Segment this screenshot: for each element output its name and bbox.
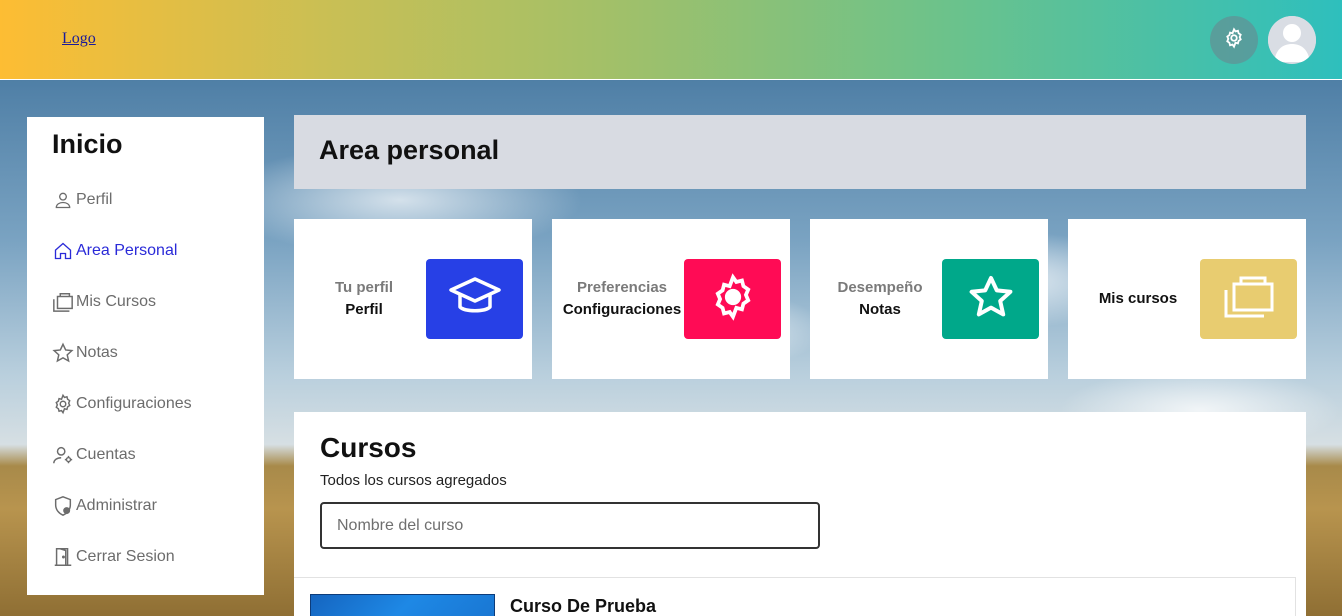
- sidebar-item-perfil[interactable]: Perfil: [52, 187, 112, 213]
- card-configuraciones[interactable]: Preferencias Configuraciones: [552, 219, 790, 379]
- course-search-input[interactable]: [320, 502, 820, 549]
- card-text: Tu perfil Perfil: [294, 219, 434, 379]
- course-name[interactable]: Curso De Prueba: [510, 596, 656, 616]
- user-avatar-button[interactable]: [1268, 16, 1316, 64]
- user-icon: [52, 189, 74, 211]
- sidebar-item-configuraciones[interactable]: Configuraciones: [52, 391, 192, 417]
- sidebar-title: Inicio: [52, 129, 123, 159]
- sidebar-item-label: Perfil: [76, 191, 113, 208]
- card-label: Configuraciones: [562, 301, 682, 318]
- card-text: Desempeño Notas: [810, 219, 950, 379]
- sidebar-item-notas[interactable]: Notas: [52, 340, 118, 366]
- door-icon: [52, 546, 74, 568]
- gear-icon: [708, 272, 758, 326]
- gear-icon: [52, 393, 74, 415]
- card-icon-box: [942, 259, 1039, 339]
- card-subtitle: Desempeño: [837, 279, 923, 296]
- user-gear-icon: [52, 444, 74, 466]
- folders-icon: [52, 291, 74, 313]
- sidebar-item-cerrar-sesion[interactable]: Cerrar Sesion: [52, 544, 175, 570]
- sidebar-item-mis-cursos[interactable]: Mis Cursos: [52, 289, 156, 315]
- sidebar-item-label: Administrar: [76, 497, 157, 514]
- courses-section: Cursos Todos los cursos agregados Curso …: [294, 412, 1306, 616]
- sidebar-item-label: Configuraciones: [76, 395, 192, 412]
- user-avatar-icon: [1268, 16, 1316, 64]
- folders-icon: [1222, 274, 1276, 324]
- card-icon-box: [426, 259, 523, 339]
- sidebar-item-label: Area Personal: [76, 242, 178, 259]
- top-header: Logo: [0, 0, 1342, 80]
- sidebar-item-label: Cerrar Sesion: [76, 548, 175, 565]
- sidebar-item-cuentas[interactable]: Cuentas: [52, 442, 136, 468]
- card-label: Notas: [859, 301, 901, 318]
- card-notas[interactable]: Desempeño Notas: [810, 219, 1048, 379]
- card-label: Mis cursos: [1098, 290, 1178, 307]
- courses-title: Cursos: [320, 432, 417, 463]
- card-subtitle: Preferencias: [576, 279, 668, 296]
- courses-subtitle: Todos los cursos agregados: [320, 472, 507, 489]
- page-title: Area personal: [319, 135, 500, 165]
- sidebar-item-administrar[interactable]: Administrar: [52, 493, 157, 519]
- card-text: Preferencias Configuraciones: [552, 219, 692, 379]
- page-title-bar: Area personal: [294, 115, 1306, 189]
- star-icon: [967, 273, 1015, 325]
- settings-button[interactable]: [1210, 16, 1258, 64]
- card-perfil[interactable]: Tu perfil Perfil: [294, 219, 532, 379]
- course-thumbnail[interactable]: [310, 594, 495, 616]
- card-text: Mis cursos: [1068, 219, 1208, 379]
- card-icon-box: [684, 259, 781, 339]
- graduation-cap-icon: [448, 275, 501, 323]
- star-icon: [52, 342, 74, 364]
- card-icon-box: [1200, 259, 1297, 339]
- card-subtitle: Tu perfil: [334, 279, 394, 296]
- sidebar: Inicio Perfil Area Personal Mis Cursos N…: [27, 117, 264, 595]
- sidebar-item-area-personal[interactable]: Area Personal: [52, 238, 177, 264]
- gear-icon: [1223, 27, 1245, 53]
- card-label: Perfil: [345, 301, 383, 318]
- home-icon: [52, 240, 74, 262]
- sidebar-item-label: Notas: [76, 344, 118, 361]
- logo-link[interactable]: Logo: [62, 30, 96, 48]
- sidebar-item-label: Cuentas: [76, 446, 136, 463]
- card-mis-cursos[interactable]: Mis cursos: [1068, 219, 1306, 379]
- course-list-item[interactable]: Curso De Prueba: [294, 577, 1296, 616]
- shield-icon: [52, 495, 74, 517]
- sidebar-item-label: Mis Cursos: [76, 293, 157, 310]
